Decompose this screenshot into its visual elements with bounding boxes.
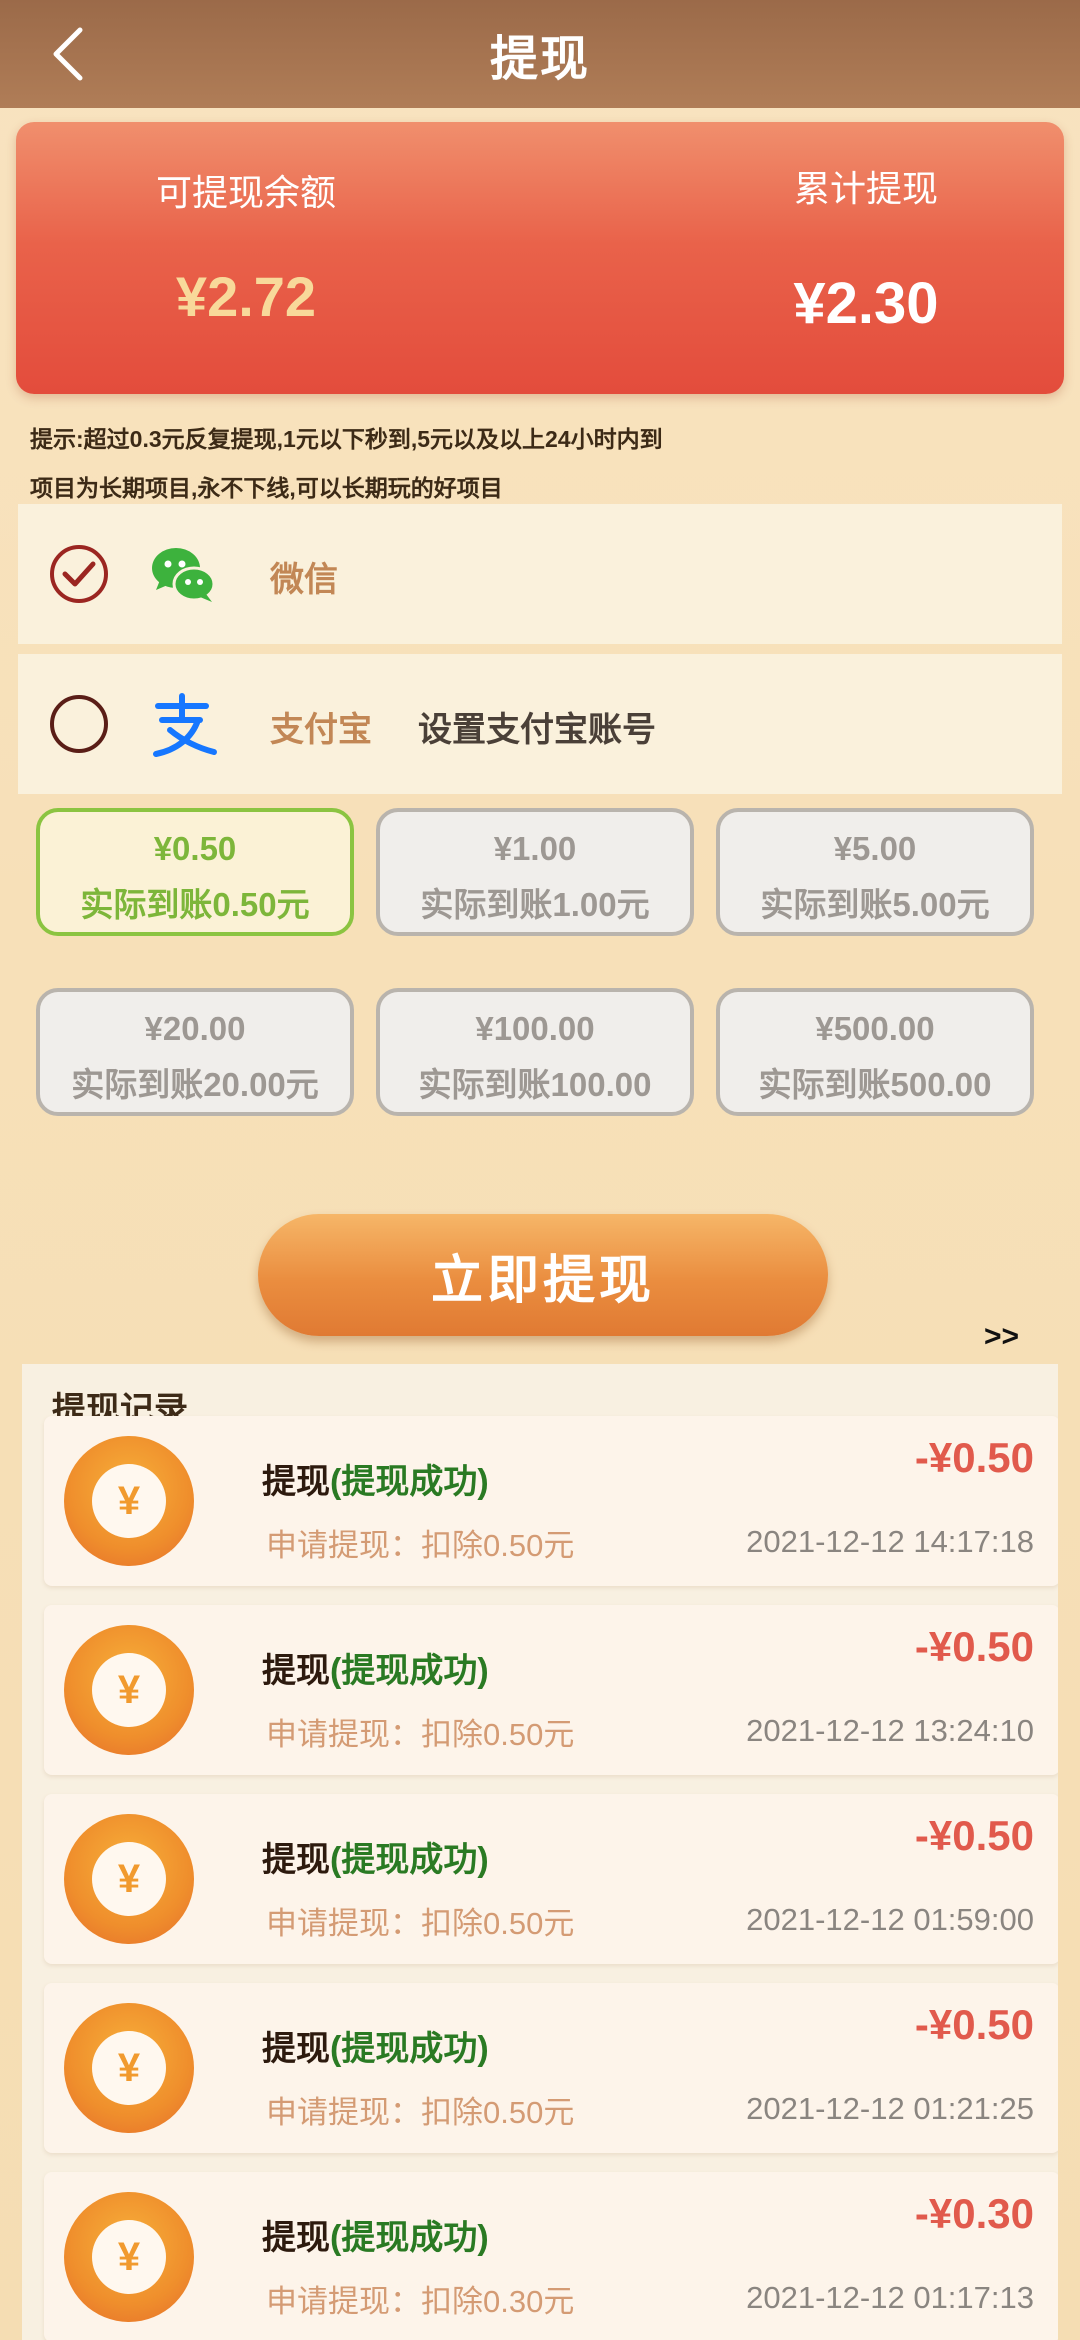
record-desc: 申请提现：扣除0.50元 [266, 1906, 575, 1941]
available-balance-value: ¥2.72 [175, 265, 317, 328]
record-title: 提现(提现成功) [262, 1832, 489, 1881]
amount-value: ¥5.00 [833, 830, 917, 867]
record-status: (提现成功) [330, 2219, 489, 2257]
amount-option-5.00[interactable]: ¥5.00 实际到账5.00元 [716, 808, 1034, 936]
alipay-icon [153, 693, 217, 757]
total-withdrawn: 累计提现 ¥2.30 [696, 160, 1036, 337]
amount-value: ¥1.00 [493, 830, 577, 867]
record-desc: 申请提现：扣除0.30元 [266, 2284, 575, 2319]
record-type: 提现 [262, 1463, 330, 1501]
amount-desc: 实际到账500.00 [758, 1066, 992, 1103]
yuan-icon: ¥ [92, 1653, 166, 1727]
wechat-icon [152, 548, 216, 602]
withdraw-now-button[interactable]: 立即提现 [258, 1214, 828, 1336]
top-bar: 提现 [0, 0, 1080, 108]
record-time: 2021-12-12 13:24:10 [746, 1713, 1034, 1748]
yuan-icon: ¥ [92, 2220, 166, 2294]
record-status: (提现成功) [330, 2030, 489, 2068]
record-amount: -¥0.50 [914, 1812, 1034, 1859]
available-balance: 可提现余额 ¥2.72 [76, 164, 416, 329]
yuan-icon: ¥ [92, 2031, 166, 2105]
amount-desc: 实际到账20.00元 [71, 1066, 319, 1103]
record-type: 提现 [262, 1652, 330, 1690]
record-desc: 申请提现：扣除0.50元 [266, 1717, 575, 1752]
record-title: 提现(提现成功) [262, 2210, 489, 2259]
record-item: ¥ 提现(提现成功) 申请提现：扣除0.30元 -¥0.30 2021-12-1… [44, 2172, 1058, 2340]
amount-option-0.50[interactable]: ¥0.50 实际到账0.50元 [36, 808, 354, 936]
amount-value: ¥0.50 [153, 830, 237, 867]
withdrawal-records: 提现记录 ¥ 提现(提现成功) 申请提现：扣除0.50元 -¥0.50 2021… [22, 1364, 1058, 2340]
coin-icon: ¥ [64, 1436, 194, 1566]
record-time: 2021-12-12 01:17:13 [746, 2280, 1034, 2315]
record-item: ¥ 提现(提现成功) 申请提现：扣除0.50元 -¥0.50 2021-12-1… [44, 1416, 1058, 1586]
yuan-icon: ¥ [92, 1464, 166, 1538]
chevron-left-icon [53, 27, 83, 81]
amount-desc: 实际到账0.50元 [80, 886, 310, 923]
payment-name-alipay: 支付宝 [270, 711, 372, 749]
record-status: (提现成功) [330, 1463, 489, 1501]
back-button[interactable] [38, 24, 98, 84]
record-type: 提现 [262, 2030, 330, 2068]
record-status: (提现成功) [330, 1652, 489, 1690]
total-withdrawn-label: 累计提现 [793, 168, 938, 209]
record-title: 提现(提现成功) [262, 1454, 489, 1503]
set-alipay-account-link[interactable]: 设置支付宝账号 [418, 702, 656, 751]
record-amount: -¥0.50 [914, 1434, 1034, 1481]
balance-card: 可提现余额 ¥2.72 累计提现 ¥2.30 [16, 122, 1064, 394]
record-title: 提现(提现成功) [262, 2021, 489, 2070]
amount-option-100.00[interactable]: ¥100.00 实际到账100.00 [376, 988, 694, 1116]
amount-option-1.00[interactable]: ¥1.00 实际到账1.00元 [376, 808, 694, 936]
record-time: 2021-12-12 01:21:25 [746, 2091, 1034, 2126]
radio-unchecked[interactable] [50, 695, 108, 753]
record-type: 提现 [262, 1841, 330, 1879]
amount-value: ¥20.00 [144, 1010, 246, 1047]
record-type: 提现 [262, 2219, 330, 2257]
record-amount: -¥0.50 [914, 2001, 1034, 2048]
coin-icon: ¥ [64, 2003, 194, 2133]
record-item: ¥ 提现(提现成功) 申请提现：扣除0.50元 -¥0.50 2021-12-1… [44, 1983, 1058, 2153]
amount-value: ¥100.00 [475, 1010, 595, 1047]
coin-icon: ¥ [64, 2192, 194, 2322]
amount-desc: 实际到账5.00元 [760, 886, 990, 923]
amount-value: ¥500.00 [815, 1010, 935, 1047]
amount-desc: 实际到账100.00 [418, 1066, 652, 1103]
amount-option-20.00[interactable]: ¥20.00 实际到账20.00元 [36, 988, 354, 1116]
record-desc: 申请提现：扣除0.50元 [266, 1528, 575, 1563]
more-records-link[interactable]: >> [984, 1320, 1019, 1354]
record-amount: -¥0.30 [914, 2190, 1034, 2237]
payment-option-alipay[interactable]: 支付宝 设置支付宝账号 [18, 654, 1062, 794]
payment-name-wechat: 微信 [270, 561, 338, 599]
page-title: 提现 [489, 33, 590, 86]
radio-checked[interactable] [50, 545, 108, 603]
amount-option-500.00[interactable]: ¥500.00 实际到账500.00 [716, 988, 1034, 1116]
coin-icon: ¥ [64, 1625, 194, 1755]
coin-icon: ¥ [64, 1814, 194, 1944]
total-withdrawn-value: ¥2.30 [793, 271, 939, 336]
record-item: ¥ 提现(提现成功) 申请提现：扣除0.50元 -¥0.50 2021-12-1… [44, 1794, 1058, 1964]
record-time: 2021-12-12 01:59:00 [746, 1902, 1034, 1937]
record-status: (提现成功) [330, 1841, 489, 1879]
record-amount: -¥0.50 [914, 1623, 1034, 1670]
amount-desc: 实际到账1.00元 [420, 886, 650, 923]
record-title: 提现(提现成功) [262, 1643, 489, 1692]
check-icon [62, 561, 96, 587]
yuan-icon: ¥ [92, 1842, 166, 1916]
available-balance-label: 可提现余额 [155, 172, 336, 213]
record-desc: 申请提现：扣除0.50元 [266, 2095, 575, 2130]
tip-text: 提示:超过0.3元反复提现,1元以下秒到,5元以及以上24小时内到 [30, 426, 663, 452]
payment-option-wechat[interactable]: 微信 [18, 504, 1062, 644]
record-item: ¥ 提现(提现成功) 申请提现：扣除0.50元 -¥0.50 2021-12-1… [44, 1605, 1058, 1775]
tip-text: 项目为长期项目,永不下线,可以长期玩的好项目 [30, 475, 503, 501]
record-time: 2021-12-12 14:17:18 [746, 1524, 1034, 1559]
